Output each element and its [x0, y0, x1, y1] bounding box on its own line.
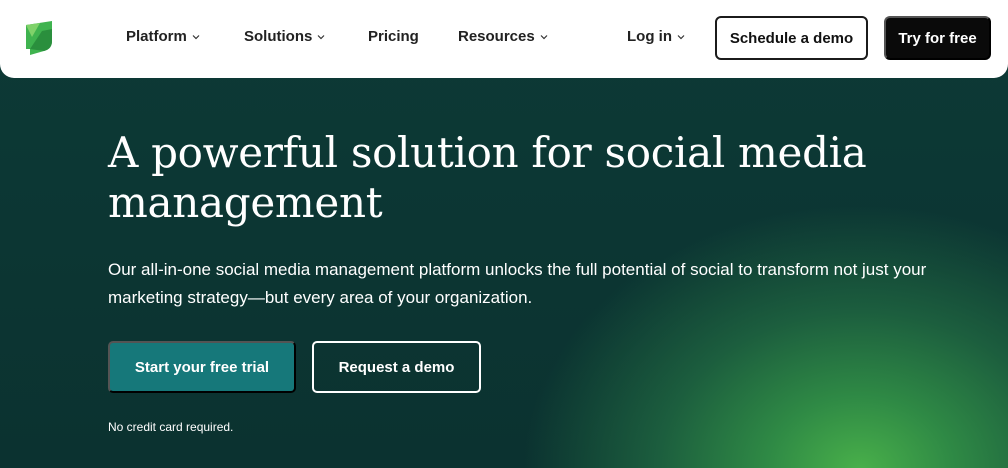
hero-headline: A powerful solution for social media man…	[108, 128, 867, 227]
nav-pricing-label: Pricing	[368, 28, 419, 45]
chevron-down-icon	[192, 34, 200, 39]
nav-solutions-label: Solutions	[244, 28, 313, 45]
start-free-trial-button[interactable]: Start your free trial	[108, 341, 296, 393]
nav-platform[interactable]: Platform	[126, 28, 200, 45]
hero-subtext: Our all-in-one social media management p…	[108, 260, 927, 307]
nav-pricing[interactable]: Pricing	[368, 28, 419, 45]
nav-solutions[interactable]: Solutions	[244, 28, 325, 45]
chevron-down-icon	[677, 34, 685, 39]
nav-resources[interactable]: Resources	[458, 28, 548, 45]
no-credit-card-note: No credit card required.	[108, 420, 234, 434]
login-link[interactable]: Log in	[627, 28, 685, 45]
try-for-free-button[interactable]: Try for free	[884, 16, 991, 60]
top-navbar: Platform Solutions Pricing Resources Log…	[0, 0, 1008, 78]
chevron-down-icon	[540, 34, 548, 39]
request-demo-button[interactable]: Request a demo	[312, 341, 481, 393]
nav-resources-label: Resources	[458, 28, 535, 45]
login-label: Log in	[627, 28, 672, 45]
chevron-down-icon	[317, 34, 325, 39]
schedule-demo-button[interactable]: Schedule a demo	[715, 16, 868, 60]
sprout-leaf-logo-icon[interactable]	[24, 19, 54, 57]
nav-platform-label: Platform	[126, 28, 187, 45]
